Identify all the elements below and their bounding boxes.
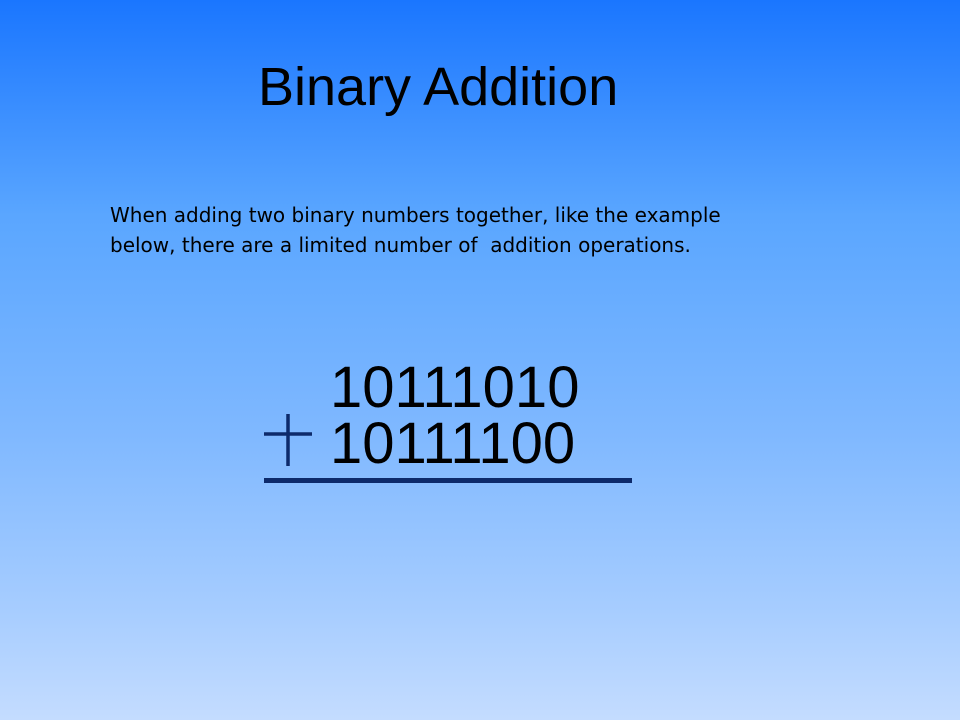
sum-line	[264, 478, 632, 483]
slide-body-text: When adding two binary numbers together,…	[110, 200, 810, 260]
addend-2: 10111100	[330, 411, 576, 476]
slide-title: Binary Addition	[258, 57, 619, 117]
plus-icon	[264, 414, 312, 466]
body-line-2: below, there are a limited number of add…	[110, 233, 691, 257]
body-line-1: When adding two binary numbers together,…	[110, 203, 721, 227]
slide: Binary Addition When adding two binary n…	[0, 0, 960, 720]
